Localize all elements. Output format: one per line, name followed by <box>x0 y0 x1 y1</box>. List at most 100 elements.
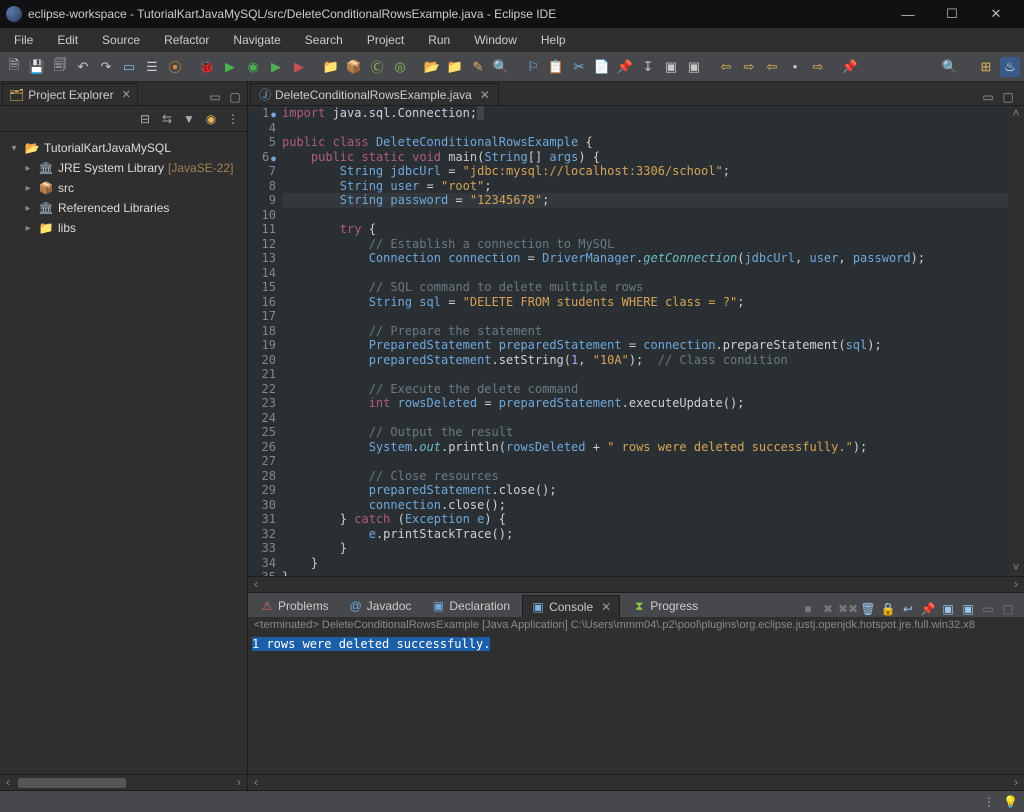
pin-icon[interactable]: 📌 <box>615 57 635 77</box>
project-tree[interactable]: ▾ 📂 TutorialKartJavaMySQL ▸ 🏛 JRE System… <box>0 132 247 774</box>
close-button[interactable]: ✕ <box>974 0 1018 28</box>
pin-editor-icon[interactable]: 📌 <box>840 57 860 77</box>
scroll-lock-icon[interactable]: 🔒 <box>880 601 896 617</box>
maximize-view-icon[interactable]: ▢ <box>227 89 243 105</box>
menu-search[interactable]: Search <box>293 28 355 52</box>
terminal-icon[interactable]: ▣ <box>661 57 681 77</box>
menu-file[interactable]: File <box>2 28 45 52</box>
forward-icon[interactable]: ⇨ <box>739 57 759 77</box>
scroll-right-icon[interactable]: › <box>1008 577 1024 592</box>
link-editor-icon[interactable]: ⇆ <box>159 111 175 127</box>
pin-console-icon[interactable]: 📌 <box>920 601 936 617</box>
close-tab-icon[interactable]: ✕ <box>480 88 490 102</box>
maximize-button[interactable]: ☐ <box>930 0 974 28</box>
tree-item-src[interactable]: ▸ 📦 src <box>4 178 243 198</box>
menu-refactor[interactable]: Refactor <box>152 28 221 52</box>
editor-tab[interactable]: Ⓙ DeleteConditionalRowsExample.java ✕ <box>250 83 499 105</box>
tree-twisty-icon[interactable]: ▸ <box>22 203 34 214</box>
menu-project[interactable]: Project <box>355 28 416 52</box>
tip-icon[interactable]: 💡 <box>1003 795 1018 809</box>
new-java-project-icon[interactable]: 📁 <box>321 57 341 77</box>
tree-item-jre[interactable]: ▸ 🏛 JRE System Library [JavaSE-22] <box>4 158 243 178</box>
tab-javadoc[interactable]: @ Javadoc <box>341 595 420 617</box>
toggle-breadcrumb-icon[interactable]: ☰ <box>142 57 162 77</box>
menu-help[interactable]: Help <box>529 28 578 52</box>
tab-progress[interactable]: ⧗ Progress <box>624 595 706 617</box>
project-explorer-tab[interactable]: 🗂 Project Explorer ✕ <box>2 83 138 105</box>
tab-console[interactable]: ▣ Console ✕ <box>522 595 620 617</box>
console-output[interactable]: 1 rows were deleted successfully. <box>248 635 1024 774</box>
scroll-left-icon[interactable]: ‹ <box>0 775 16 790</box>
step-icon[interactable]: ↧ <box>638 57 658 77</box>
menu-window[interactable]: Window <box>462 28 529 52</box>
build-icon[interactable]: ▭ <box>119 57 139 77</box>
tree-root[interactable]: ▾ 📂 TutorialKartJavaMySQL <box>4 138 243 158</box>
open-console-icon[interactable]: ▣ <box>960 601 976 617</box>
tree-item-reflibs[interactable]: ▸ 🏛 Referenced Libraries <box>4 198 243 218</box>
open-task-icon[interactable]: 📂 <box>422 57 442 77</box>
toggle-mark-icon[interactable]: ⚐ <box>523 57 543 77</box>
wand-icon[interactable]: ✎ <box>468 57 488 77</box>
back-icon[interactable]: ⇦ <box>716 57 736 77</box>
code-content[interactable]: import java.sql.Connection; public class… <box>282 106 1008 576</box>
tree-twisty-icon[interactable]: ▸ <box>22 183 34 194</box>
next-edit-icon[interactable]: • <box>785 57 805 77</box>
view-menu-icon[interactable]: ⋮ <box>225 111 241 127</box>
search-icon[interactable]: 🔍 <box>491 57 511 77</box>
menu-source[interactable]: Source <box>90 28 152 52</box>
minimize-view-icon[interactable]: ▭ <box>207 89 223 105</box>
open-folder-icon[interactable]: 📁 <box>445 57 465 77</box>
paste-icon[interactable]: 📋 <box>546 57 566 77</box>
display-console-icon[interactable]: ▣ <box>940 601 956 617</box>
editor-hscrollbar[interactable]: ‹ › <box>248 576 1024 592</box>
filter-icon[interactable]: ▼ <box>181 111 197 127</box>
close-console-tab-icon[interactable]: ✕ <box>601 600 611 614</box>
line-number-gutter[interactable]: 1456789101112131415161718192021222324252… <box>248 106 282 576</box>
cut-icon[interactable]: ✂ <box>569 57 589 77</box>
scroll-right-icon[interactable]: › <box>231 775 247 790</box>
undo-icon[interactable]: ↶ <box>73 57 93 77</box>
tab-declaration[interactable]: ▣ Declaration <box>423 595 518 617</box>
scroll-left-icon[interactable]: ‹ <box>248 577 264 592</box>
menu-run[interactable]: Run <box>416 28 462 52</box>
clear-console-icon[interactable]: 🗑 <box>860 601 876 617</box>
redo-icon[interactable]: ↷ <box>96 57 116 77</box>
tree-item-libs[interactable]: ▸ 📁 libs <box>4 218 243 238</box>
remove-launch-icon[interactable]: ✖ <box>820 601 836 617</box>
coverage-icon[interactable]: ◉ <box>243 57 263 77</box>
new-icon[interactable]: 🗎 <box>4 57 24 77</box>
tree-twisty-icon[interactable]: ▾ <box>8 143 20 154</box>
run-last-icon[interactable]: ▶ <box>266 57 286 77</box>
max-bottom-icon[interactable]: ▢ <box>1000 601 1016 617</box>
prev-edit-icon[interactable]: ⇦ <box>762 57 782 77</box>
collapse-all-icon[interactable]: ⊟ <box>137 111 153 127</box>
word-wrap-icon[interactable]: ↩ <box>900 601 916 617</box>
quick-access-icon[interactable]: 🔍 <box>940 57 960 77</box>
menu-edit[interactable]: Edit <box>45 28 90 52</box>
status-menu-icon[interactable]: ⋮ <box>983 795 995 809</box>
maximize-editor-icon[interactable]: ▢ <box>1000 89 1016 105</box>
console-hscrollbar[interactable]: ‹ › <box>248 774 1024 790</box>
scroll-right-icon[interactable]: › <box>1008 775 1024 790</box>
close-explorer-icon[interactable]: ✕ <box>122 88 131 101</box>
scroll-down-icon[interactable]: ˅ <box>1008 560 1024 576</box>
new-class-icon[interactable]: Ⓒ <box>367 57 387 77</box>
menu-navigate[interactable]: Navigate <box>221 28 292 52</box>
scroll-left-icon[interactable]: ‹ <box>248 775 264 790</box>
minimize-editor-icon[interactable]: ▭ <box>980 89 996 105</box>
save-all-icon[interactable]: 🗐 <box>50 57 70 77</box>
save-icon[interactable]: 💾 <box>27 57 47 77</box>
remove-all-icon[interactable]: ✖✖ <box>840 601 856 617</box>
open-type-icon[interactable]: ◎ <box>390 57 410 77</box>
code-editor[interactable]: 1456789101112131415161718192021222324252… <box>248 106 1024 576</box>
debug-icon[interactable]: 🐞 <box>197 57 217 77</box>
terminate-icon[interactable]: ■ <box>800 601 816 617</box>
tab-problems[interactable]: ⚠ Problems <box>252 595 337 617</box>
scroll-thumb[interactable] <box>18 778 126 788</box>
terminal2-icon[interactable]: ▣ <box>684 57 704 77</box>
min-bottom-icon[interactable]: ▭ <box>980 601 996 617</box>
minimize-button[interactable]: — <box>886 0 930 28</box>
open-perspective-icon[interactable]: ⊞ <box>976 57 996 77</box>
external-tools-icon[interactable]: ▶ <box>289 57 309 77</box>
focus-icon[interactable]: ◉ <box>203 111 219 127</box>
